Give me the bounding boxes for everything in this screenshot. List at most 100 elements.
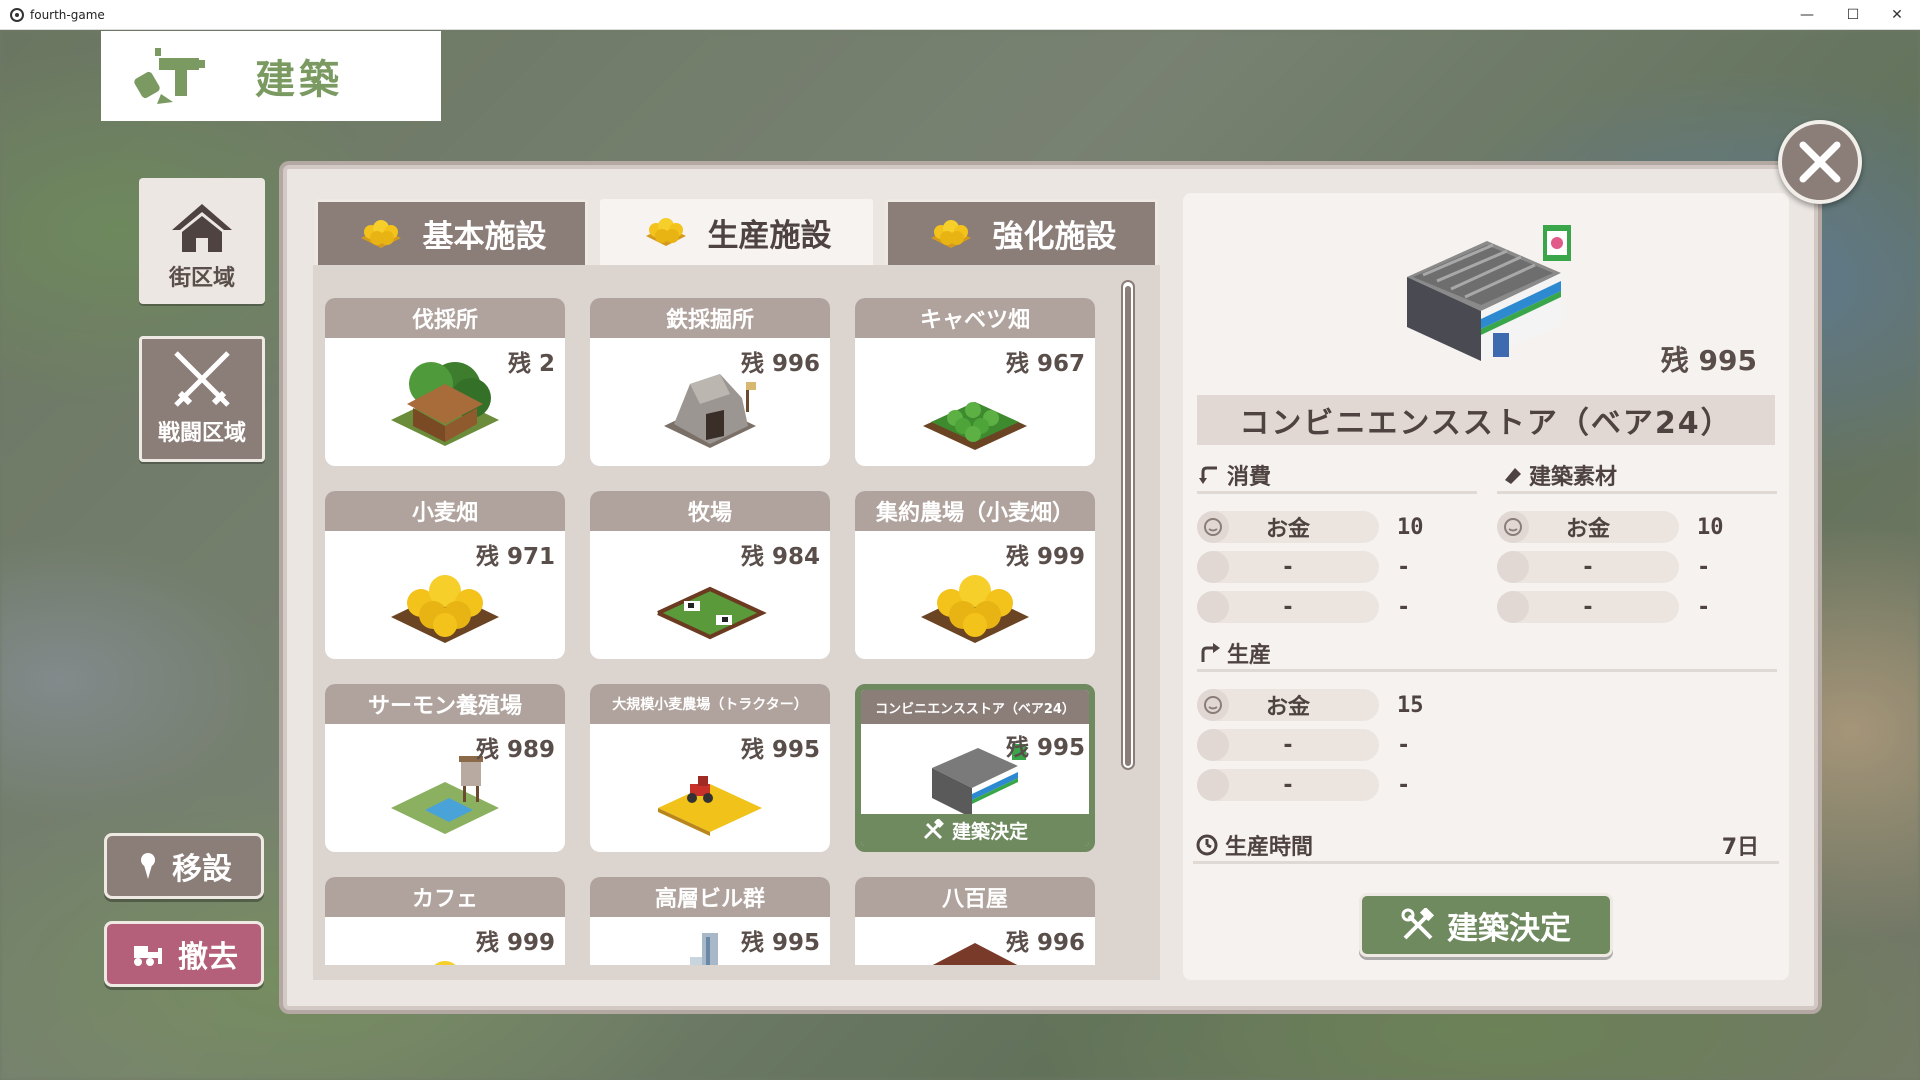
produce-row: お金 15 xyxy=(1197,689,1424,721)
tab-basic-facilities[interactable]: 基本施設 xyxy=(315,199,588,265)
facility-remain: 残 989 xyxy=(475,737,555,763)
facility-name: 鉄採掘所 xyxy=(590,298,830,338)
facility-name: 伐採所 xyxy=(325,298,565,338)
consume-title: 消費 xyxy=(1199,459,1271,491)
facility-card-salmon-farm[interactable]: サーモン養殖場 残 989 xyxy=(325,684,565,852)
eraser-icon xyxy=(1505,468,1521,484)
facility-name: 集約農場（小麦畑） xyxy=(855,491,1095,531)
bulldozer-icon xyxy=(134,946,162,966)
consume-row: - - xyxy=(1197,591,1410,623)
facility-name: カフェ xyxy=(325,877,565,917)
move-label: 移設 xyxy=(172,852,232,887)
facility-card-lumber-mill[interactable]: 伐採所 残 2 xyxy=(325,298,565,466)
material-row: - - xyxy=(1497,551,1710,583)
close-icon xyxy=(1799,141,1841,183)
build-header: 建築 xyxy=(101,31,441,121)
clock-icon xyxy=(1196,834,1218,856)
facility-card-convenience-store[interactable]: コンビニエンスストア（ベア24） 残 995 建築決定 xyxy=(855,684,1095,852)
lumber-mill-icon xyxy=(391,362,499,446)
facility-name: 八百屋 xyxy=(855,877,1095,917)
facility-remain: 残 999 xyxy=(475,930,555,956)
production-time-title: 生産時間 xyxy=(1195,829,1313,861)
facility-remain: 残 995 xyxy=(740,737,820,763)
wheat-icon xyxy=(645,218,686,246)
facility-remain: 残 967 xyxy=(1005,351,1085,377)
produce-row: - - xyxy=(1197,769,1410,801)
window-titlebar: fourth-game — ☐ ✕ xyxy=(0,0,1920,30)
facility-card-ranch[interactable]: 牧場 残 984 xyxy=(590,491,830,659)
convenience-store-icon xyxy=(1407,225,1571,361)
return-arrow-icon xyxy=(1199,466,1217,484)
card-build-decide-label: 建築決定 xyxy=(951,820,1028,843)
town-area-label: 街区域 xyxy=(168,266,235,291)
hammer-drill-icon xyxy=(134,48,205,104)
facility-grid: 伐採所 残 2 鉄採掘所 残 996 キャベツ畑 残 967 小麦畑 残 971… xyxy=(313,265,1160,980)
close-panel-button[interactable] xyxy=(1778,120,1862,204)
app-icon xyxy=(10,7,24,22)
facility-remain: 残 995 xyxy=(1005,735,1085,761)
facility-card-intensive-farm[interactable]: 集約農場（小麦畑） 残 999 xyxy=(855,491,1095,659)
tools-icon xyxy=(1401,908,1435,940)
tab-label: 強化施設 xyxy=(992,219,1117,255)
wheat-icon xyxy=(360,219,401,248)
facility-remain: 残 999 xyxy=(1005,544,1085,570)
move-button[interactable]: 移設 xyxy=(104,833,264,899)
facility-card-cabbage-field[interactable]: キャベツ畑 残 967 xyxy=(855,298,1095,466)
town-area-button[interactable]: 街区域 xyxy=(139,178,265,304)
facility-remain: 残 984 xyxy=(740,544,820,570)
tab-label: 生産施設 xyxy=(707,217,832,254)
material-row: - - xyxy=(1497,591,1710,623)
scrollbar-thumb[interactable] xyxy=(1125,286,1131,766)
consume-row: お金 10 xyxy=(1197,511,1424,543)
facility-remain: 残 2 xyxy=(507,351,555,377)
money-face-icon xyxy=(1497,511,1529,543)
tab-production-facilities[interactable]: 生産施設 xyxy=(600,199,873,265)
facility-remain: 残 971 xyxy=(475,544,555,570)
window-title: fourth-game xyxy=(30,7,105,22)
facility-card-tractor-farm[interactable]: 大規模小麦農場（トラクター） 残 995 xyxy=(590,684,830,852)
facility-name: 小麦畑 xyxy=(325,491,565,531)
facility-detail: 残 995 コンビニエンスストア（ベア24） 消費 建築素材 お金 10 - -… xyxy=(1183,193,1789,980)
production-time-value: 7日 xyxy=(1721,835,1759,860)
facility-name: サーモン養殖場 xyxy=(325,684,565,724)
remove-button[interactable]: 撤去 xyxy=(104,921,264,987)
build-decide-button[interactable]: 建築決定 xyxy=(1359,893,1613,957)
card-build-decide[interactable]: 建築決定 xyxy=(861,814,1089,846)
facility-remain: 残 995 xyxy=(740,930,820,956)
detail-facility-name: コンビニエンスストア（ベア24） xyxy=(1197,395,1775,445)
facility-card-grocer[interactable]: 八百屋 残 996 xyxy=(855,877,1095,965)
build-decide-label: 建築決定 xyxy=(1447,910,1571,947)
facility-card-iron-mine[interactable]: 鉄採掘所 残 996 xyxy=(590,298,830,466)
money-face-icon xyxy=(1197,689,1229,721)
close-window-button[interactable]: ✕ xyxy=(1874,0,1920,30)
facility-name: 牧場 xyxy=(590,491,830,531)
facility-card-skyscrapers[interactable]: 高層ビル群 残 995 xyxy=(590,877,830,965)
facility-remain: 残 996 xyxy=(740,351,820,377)
minimize-button[interactable]: — xyxy=(1784,0,1830,30)
up-arrow-icon xyxy=(1201,643,1220,662)
material-title: 建築素材 xyxy=(1501,459,1617,491)
material-row: お金 10 xyxy=(1497,511,1724,543)
maximize-button[interactable]: ☐ xyxy=(1830,0,1876,30)
grid-scrollbar[interactable] xyxy=(1121,280,1135,770)
facility-card-wheat-field[interactable]: 小麦畑 残 971 xyxy=(325,491,565,659)
battle-area-button[interactable]: 戦闘区域 xyxy=(139,336,265,462)
facility-name: キャベツ畑 xyxy=(855,298,1095,338)
wheat-icon xyxy=(930,219,971,248)
battle-area-label: 戦闘区域 xyxy=(157,421,246,446)
crossed-swords-icon xyxy=(174,351,230,407)
money-face-icon xyxy=(1197,511,1229,543)
tab-label: 基本施設 xyxy=(422,219,547,255)
facility-name: 高層ビル群 xyxy=(590,877,830,917)
tools-icon xyxy=(923,819,944,840)
facility-card-cafe[interactable]: カフェ 残 999 xyxy=(325,877,565,965)
remove-label: 撤去 xyxy=(178,940,238,975)
consume-row: - - xyxy=(1197,551,1410,583)
facility-remain: 残 996 xyxy=(1005,930,1085,956)
facility-name: コンビニエンスストア（ベア24） xyxy=(861,690,1089,724)
detail-remain: 残 995 xyxy=(1660,344,1757,377)
produce-title: 生産 xyxy=(1199,637,1271,669)
house-icon xyxy=(172,204,232,252)
header-title: 建築 xyxy=(255,57,343,103)
tab-enhancement-facilities[interactable]: 強化施設 xyxy=(885,199,1158,265)
